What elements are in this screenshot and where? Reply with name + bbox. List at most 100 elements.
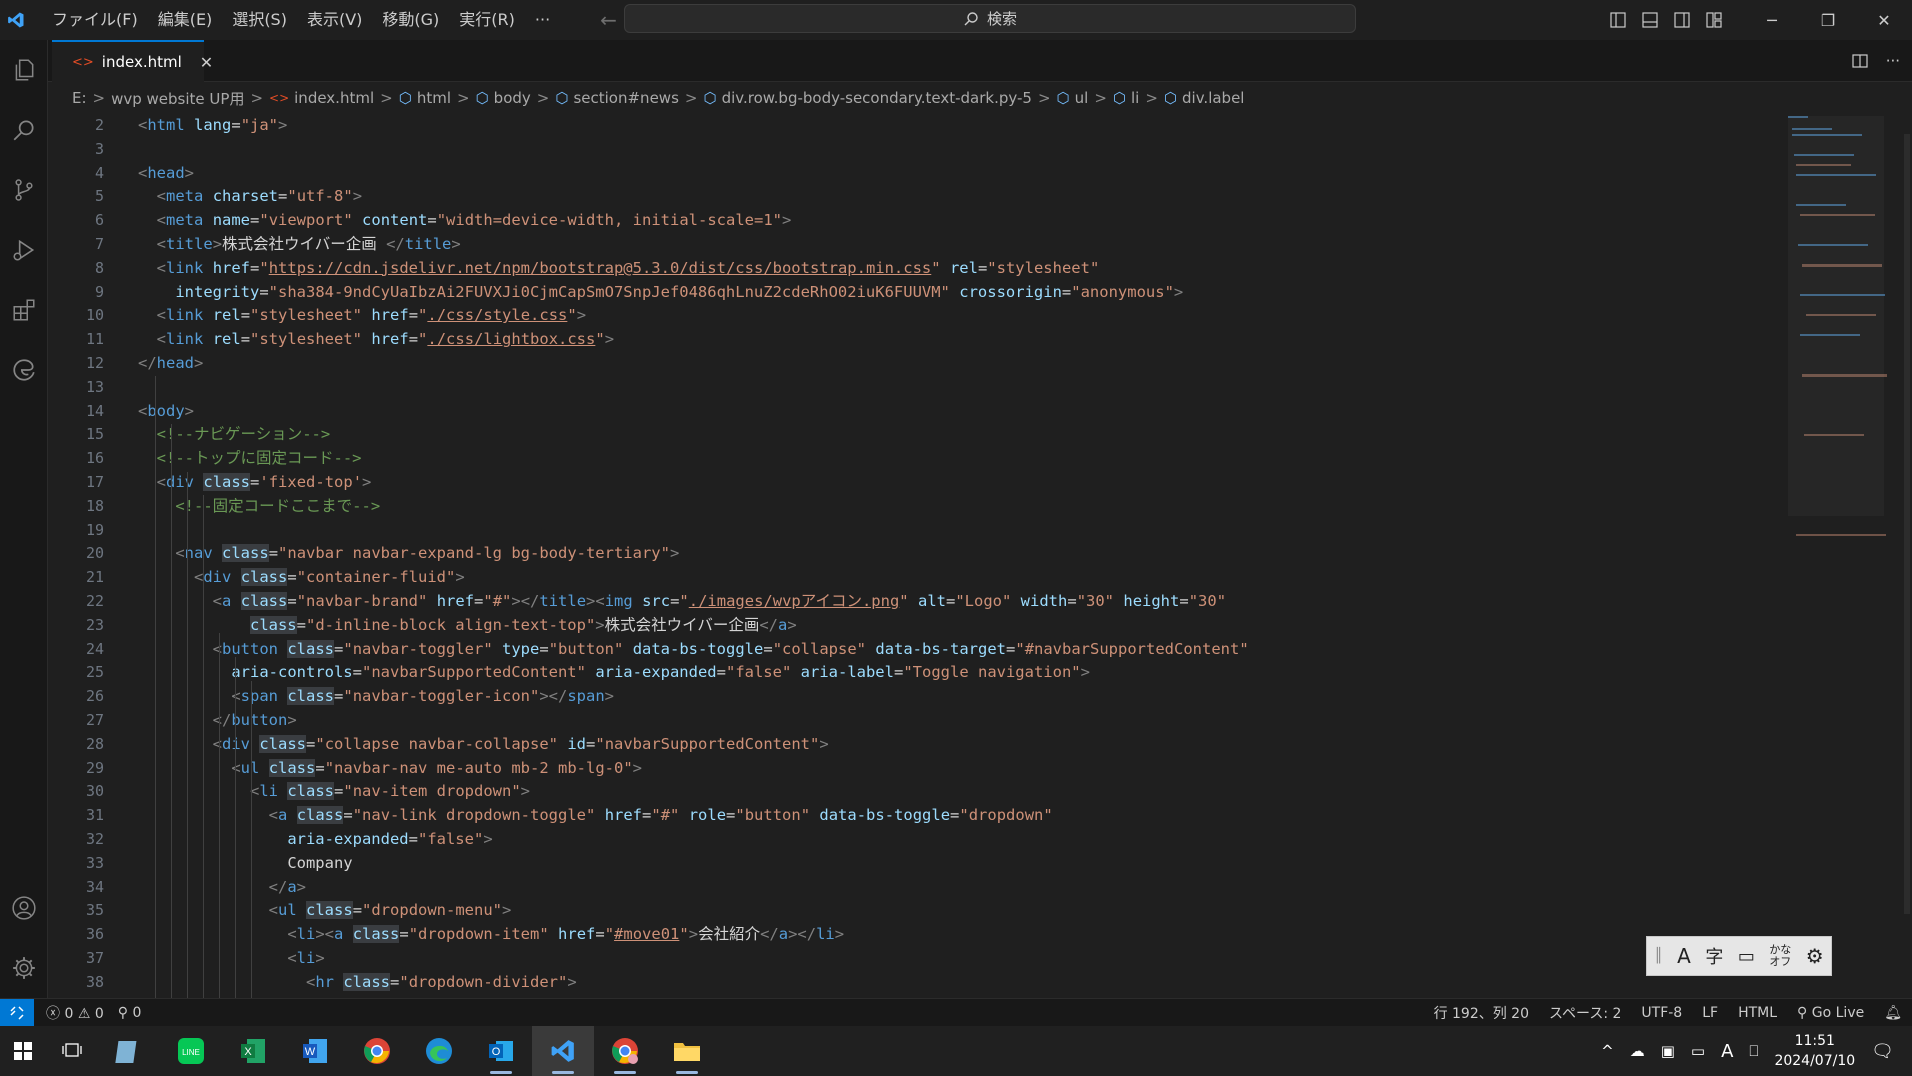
problems-indicator[interactable]: ⓧ 0 ⚠ 0: [46, 1003, 104, 1023]
line-number: 21: [85, 568, 104, 587]
explorer-icon[interactable]: [0, 40, 48, 100]
menu-selection[interactable]: 選択(S): [222, 0, 297, 40]
indentation[interactable]: スペース: 2: [1549, 1003, 1621, 1023]
back-arrow-icon[interactable]: ←: [600, 8, 617, 32]
tab-close-icon[interactable]: ✕: [200, 53, 213, 72]
command-center-search[interactable]: 検索: [624, 4, 1356, 33]
clock-date: 2024/07/10: [1774, 1053, 1856, 1069]
line-number: 25: [85, 663, 104, 682]
task-view-icon[interactable]: [46, 1026, 98, 1076]
ime-handle-icon[interactable]: ║: [1654, 948, 1662, 964]
ime-kana-toggle[interactable]: かな オフ: [1769, 944, 1791, 968]
code-editor[interactable]: 2 3 4 5 6 7 8 9 10 11 12 13 14 15 16 17 18 19 20 21 22 23 24 25…: [48, 114, 1912, 998]
extensions-icon[interactable]: [0, 280, 48, 340]
toggle-secondary-sidebar-icon[interactable]: [1666, 0, 1698, 40]
close-window-button[interactable]: ✕: [1856, 0, 1912, 40]
breadcrumb-item[interactable]: ⬡ li: [1113, 89, 1139, 107]
split-editor-icon[interactable]: [1852, 53, 1868, 69]
onedrive-cloud-icon[interactable]: ☁: [1630, 1042, 1645, 1060]
language-mode[interactable]: HTML: [1738, 1005, 1777, 1021]
show-hidden-icons-chevron-icon[interactable]: ^: [1601, 1042, 1614, 1060]
outlook-app-icon[interactable]: O: [470, 1026, 532, 1076]
ports-indicator[interactable]: ⚲ 0: [118, 1005, 142, 1021]
start-windows-icon[interactable]: [0, 1026, 46, 1076]
indent-guide: [235, 657, 236, 998]
edge-devtools-icon[interactable]: [0, 340, 48, 400]
accounts-icon[interactable]: [0, 878, 48, 938]
chrome-profile-app-icon[interactable]: [594, 1026, 656, 1076]
code-line: <ul class="dropdown-menu">: [268, 901, 512, 920]
html-file-icon: <>: [269, 91, 290, 105]
code-line: <body>: [138, 401, 195, 420]
symbol-element-icon: ⬡: [398, 89, 412, 107]
breadcrumb-item[interactable]: ⬡ div.row.bg-body-secondary.text-dark.py-…: [703, 89, 1031, 107]
breadcrumb-item[interactable]: ⬡ ul: [1057, 89, 1089, 107]
encoding[interactable]: UTF-8: [1641, 1005, 1682, 1021]
code-line: <a class="nav-link dropdown-toggle" href…: [268, 806, 1053, 825]
code-line: aria-expanded="false">: [287, 829, 493, 848]
breadcrumb-item[interactable]: wvp website UP用: [111, 88, 244, 109]
code-line: integrity="sha384-9ndCyUaIbzAi2FUVXJi0Cj…: [175, 282, 1184, 301]
ime-mode-icon[interactable]: A: [1721, 1041, 1733, 1062]
edge-app-icon[interactable]: [408, 1026, 470, 1076]
toggle-primary-sidebar-icon[interactable]: [1602, 0, 1634, 40]
code-line: <!--トップに固定コード-->: [156, 449, 362, 468]
line-number: 30: [85, 782, 104, 801]
notepad-app-icon[interactable]: [98, 1026, 160, 1076]
excel-app-icon[interactable]: X: [222, 1026, 284, 1076]
line-number: 6: [94, 211, 104, 230]
line-number: 34: [85, 877, 104, 896]
cursor-position[interactable]: 行 192、列 20: [1434, 1003, 1529, 1023]
line-number: 20: [85, 544, 104, 563]
ime-settings-gear-icon[interactable]: ⚙: [1806, 944, 1824, 968]
minimap[interactable]: [1786, 114, 1896, 998]
menu-more[interactable]: ···: [525, 0, 560, 40]
menu-file[interactable]: ファイル(F): [42, 0, 148, 40]
file-explorer-app-icon[interactable]: [656, 1026, 718, 1076]
manage-gear-icon[interactable]: [0, 938, 48, 998]
display-icon[interactable]: ▣: [1661, 1042, 1675, 1060]
menu-view[interactable]: 表示(V): [297, 0, 372, 40]
line-app-icon[interactable]: LINE: [160, 1026, 222, 1076]
end-of-line[interactable]: LF: [1702, 1005, 1718, 1021]
menu-run[interactable]: 実行(R): [449, 0, 525, 40]
breadcrumb-item[interactable]: <> index.html: [269, 89, 374, 107]
menu-edit[interactable]: 編集(E): [148, 0, 223, 40]
toggle-panel-icon[interactable]: [1634, 0, 1666, 40]
more-actions-icon[interactable]: ···: [1886, 52, 1900, 70]
search-icon: [964, 11, 978, 25]
error-icon: ⓧ: [46, 1005, 60, 1022]
line-number: 15: [85, 425, 104, 444]
notifications-bell-icon[interactable]: 🔔︎: [1884, 1005, 1902, 1021]
ime-mode-secondary-icon[interactable]: ⎕: [1749, 1042, 1758, 1060]
chrome-app-icon[interactable]: [346, 1026, 408, 1076]
clock[interactable]: 11:51 2024/07/10: [1774, 1031, 1855, 1071]
tab-index-html[interactable]: <> index.html ✕: [52, 40, 213, 82]
breadcrumb-item[interactable]: ⬡ body: [476, 89, 531, 107]
run-debug-icon[interactable]: [0, 220, 48, 280]
ime-input-mode-icon[interactable]: A: [1677, 944, 1691, 968]
breadcrumb-item[interactable]: E:: [72, 89, 87, 107]
word-app-icon[interactable]: W: [284, 1026, 346, 1076]
html-file-icon: <>: [72, 54, 94, 70]
customize-layout-icon[interactable]: [1698, 0, 1730, 40]
breadcrumb-item[interactable]: ⬡ div.label: [1164, 89, 1245, 107]
remote-indicator-icon[interactable]: [0, 998, 34, 1027]
source-control-icon[interactable]: [0, 160, 48, 220]
ime-pad-icon[interactable]: 字: [1705, 943, 1723, 969]
breadcrumb-item[interactable]: ⬡ html: [399, 89, 451, 107]
vertical-scrollbar[interactable]: [1898, 114, 1912, 998]
ime-dictionary-icon[interactable]: ▭: [1738, 946, 1755, 967]
minimize-button[interactable]: ─: [1744, 0, 1800, 40]
breadcrumb-item[interactable]: ⬡ section#news: [555, 89, 679, 107]
clock-time: 11:51: [1794, 1033, 1835, 1049]
go-live-button[interactable]: ⚲ Go Live: [1797, 1005, 1864, 1021]
restore-button[interactable]: ❐: [1800, 0, 1856, 40]
vscode-app-icon[interactable]: [532, 1026, 594, 1076]
menu-go[interactable]: 移動(G): [372, 0, 449, 40]
search-activity-icon[interactable]: [0, 100, 48, 160]
code-area[interactable]: <html lang="ja"> <head> <meta charset="u…: [138, 114, 1818, 998]
notification-center-icon[interactable]: 🗨︎: [1871, 1041, 1894, 1062]
battery-icon[interactable]: ▭: [1691, 1042, 1705, 1060]
